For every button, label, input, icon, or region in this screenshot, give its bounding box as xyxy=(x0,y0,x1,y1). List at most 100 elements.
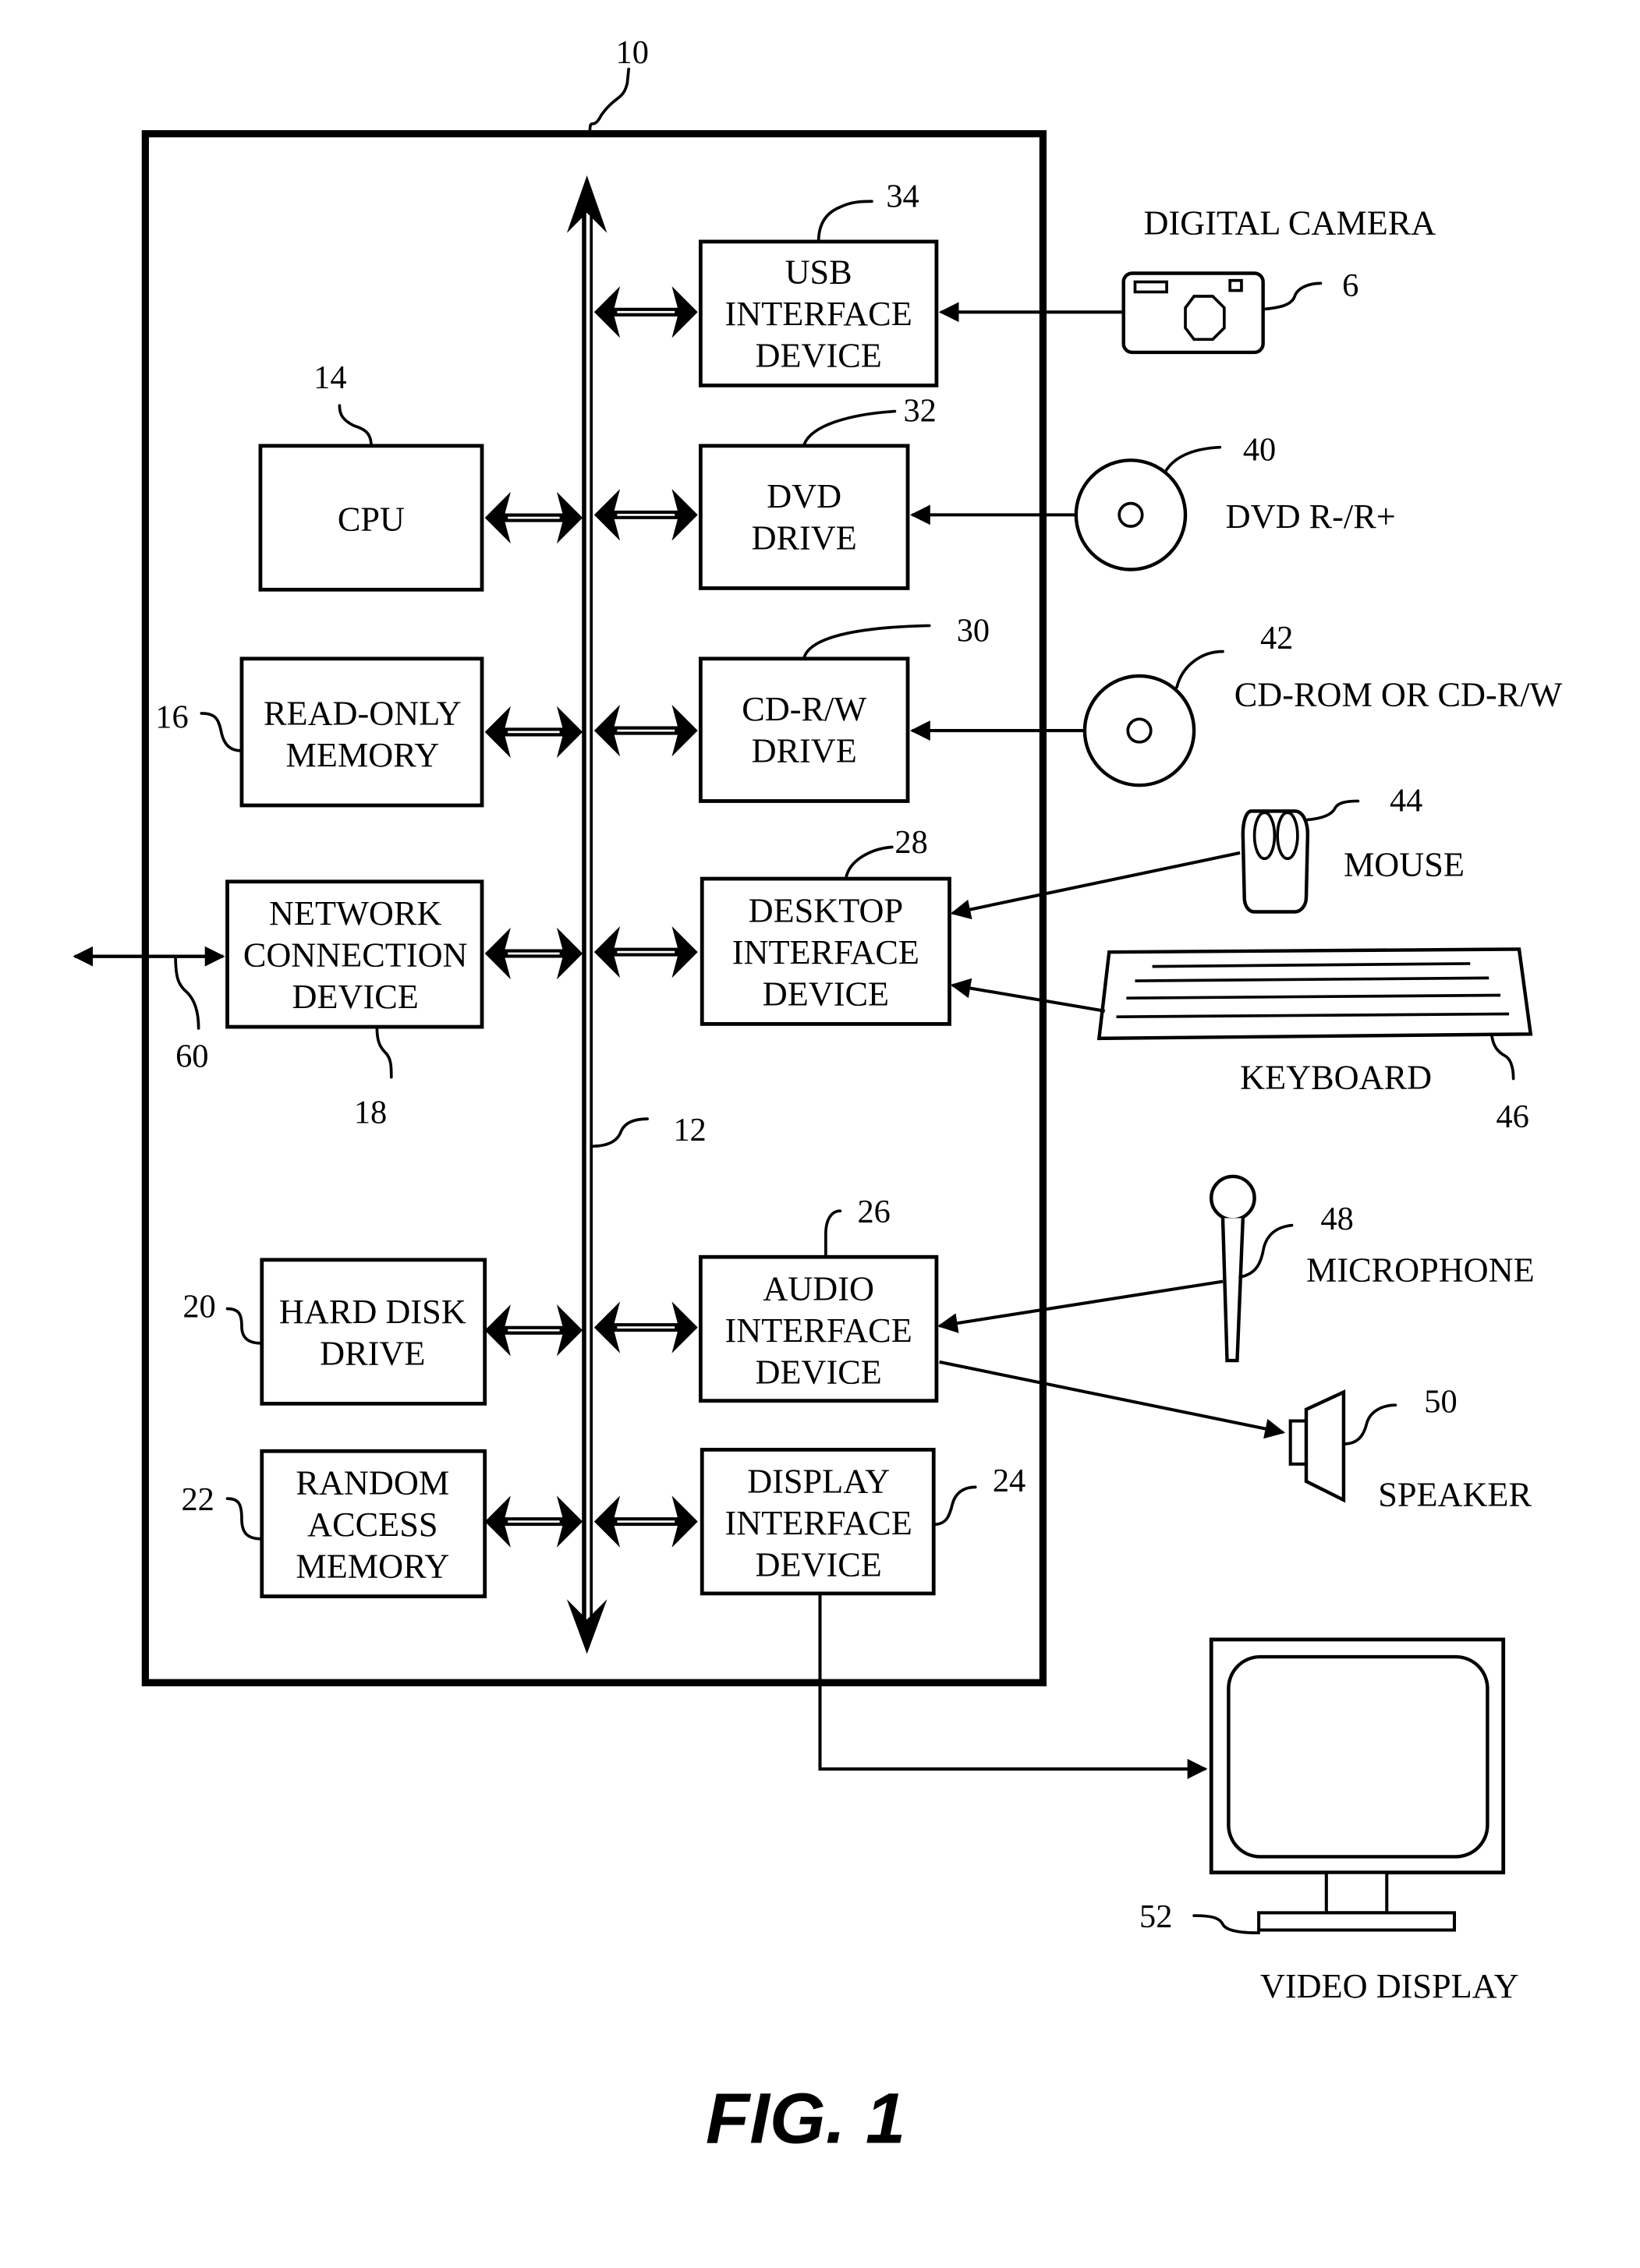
bus-arrow-up xyxy=(566,175,607,233)
mouse-label: MOUSE xyxy=(1344,845,1465,883)
cdrw-label-line2: DRIVE xyxy=(752,732,857,770)
display-label-line1: DISPLAY xyxy=(747,1463,890,1501)
speaker-label: SPEAKER xyxy=(1378,1475,1532,1513)
rom-label-line1: READ-ONLY xyxy=(264,695,462,733)
rom-label-line2: MEMORY xyxy=(286,736,440,774)
ram-block: RANDOM ACCESS MEMORY xyxy=(260,1449,487,1598)
cd-disc-icon xyxy=(1082,674,1196,787)
dvd-disc-icon xyxy=(1074,458,1188,571)
network-label-line1: NETWORK xyxy=(269,894,441,932)
ram-label-line2: ACCESS xyxy=(307,1506,437,1544)
keyboard-icon xyxy=(1096,947,1533,1041)
rom-block: READ-ONLY MEMORY xyxy=(239,656,484,808)
bus-ref-leader xyxy=(590,1117,649,1148)
display-label-line2: INTERFACE xyxy=(725,1504,912,1542)
camera-ref: 6 xyxy=(1342,267,1358,304)
dvd-disc-ref-leader xyxy=(1164,445,1222,473)
network-label-line3: DEVICE xyxy=(292,978,419,1016)
hdd-ref: 20 xyxy=(182,1289,215,1325)
rom-ref-leader xyxy=(200,712,243,752)
display-ref-leader xyxy=(932,1485,977,1527)
mouse-ref: 44 xyxy=(1390,782,1422,819)
cdrw-ref-leader xyxy=(802,624,931,659)
system-bus xyxy=(566,175,607,1654)
bus-ref: 12 xyxy=(673,1112,706,1148)
desktop-ref-leader xyxy=(844,845,894,880)
audio-label-line3: DEVICE xyxy=(756,1353,882,1392)
display-interface-block: DISPLAY INTERFACE DEVICE xyxy=(700,1448,936,1596)
system-ref: 10 xyxy=(616,34,649,71)
microphone-label: MICROPHONE xyxy=(1306,1251,1535,1290)
rom-ref: 16 xyxy=(155,699,188,735)
audio-to-speaker-link xyxy=(939,1360,1286,1439)
ram-ref-leader xyxy=(225,1497,264,1541)
usb-interface-block: USB INTERFACE DEVICE xyxy=(698,239,939,387)
usb-label-line2: INTERFACE xyxy=(725,295,912,333)
network-ref-leader xyxy=(375,1025,393,1079)
audio-ref-leader xyxy=(824,1209,842,1259)
dvd-label-line1: DVD xyxy=(767,477,841,515)
video-display-icon xyxy=(1209,1637,1506,1932)
hdd-block: HARD DISK DRIVE xyxy=(260,1258,487,1406)
bus-arrow-down xyxy=(566,1599,607,1654)
dvd-label-line2: DRIVE xyxy=(752,519,857,557)
mouse-icon xyxy=(1241,809,1310,914)
microphone-to-audio-link xyxy=(937,1279,1224,1333)
audio-ref: 26 xyxy=(857,1194,890,1230)
dvd-disc-label: DVD R-/R+ xyxy=(1226,497,1396,536)
display-ref: 24 xyxy=(993,1463,1025,1499)
mouse-to-desktop-link xyxy=(950,851,1241,920)
hdd-ref-leader xyxy=(225,1307,264,1345)
hdd-label-line2: DRIVE xyxy=(320,1335,425,1373)
cd-disc-ref: 42 xyxy=(1260,620,1293,656)
video-display-ref-leader xyxy=(1192,1914,1260,1935)
video-display-label: VIDEO DISPLAY xyxy=(1260,1967,1519,2005)
camera-label: DIGITAL CAMERA xyxy=(1144,204,1436,242)
camera-icon xyxy=(1121,271,1265,355)
desktop-label-line3: DEVICE xyxy=(763,975,889,1013)
cpu-block: CPU xyxy=(258,444,484,592)
display-label-line3: DEVICE xyxy=(756,1546,882,1584)
network-label-line2: CONNECTION xyxy=(243,936,468,975)
desktop-ref: 28 xyxy=(894,824,927,861)
system-ref-leader xyxy=(588,67,631,136)
ram-ref: 22 xyxy=(181,1481,214,1518)
cpu-ref-leader xyxy=(338,404,373,448)
network-link-ref: 60 xyxy=(175,1038,208,1075)
figure-label: FIG. 1 xyxy=(706,2079,905,2159)
microphone-icon xyxy=(1210,1174,1256,1363)
cdrw-ref: 30 xyxy=(957,613,990,649)
cd-disc-ref-leader xyxy=(1175,649,1224,689)
audio-interface-block: AUDIO INTERFACE DEVICE xyxy=(698,1254,939,1403)
microphone-ref-leader xyxy=(1238,1223,1294,1279)
network-link-ref-leader xyxy=(174,954,200,1030)
dvd-ref-leader xyxy=(802,409,897,446)
desktop-label-line2: INTERFACE xyxy=(732,933,919,971)
desktop-interface-block: DESKTOP INTERFACE DEVICE xyxy=(700,876,951,1026)
network-block: NETWORK CONNECTION DEVICE xyxy=(225,879,484,1029)
usb-label-line1: USB xyxy=(785,253,852,291)
keyboard-to-desktop-link xyxy=(950,978,1106,1013)
dvd-drive-block: DVD DRIVE xyxy=(698,444,910,590)
microphone-ref: 48 xyxy=(1320,1201,1353,1237)
network-ref: 18 xyxy=(354,1095,387,1131)
keyboard-ref-leader xyxy=(1490,1034,1515,1081)
speaker-ref: 50 xyxy=(1424,1383,1457,1420)
dvd-disc-ref: 40 xyxy=(1243,431,1276,468)
cdrw-label-line1: CD-R/W xyxy=(742,690,866,728)
cpu-ref: 14 xyxy=(313,359,346,396)
hdd-label-line1: HARD DISK xyxy=(279,1293,466,1331)
audio-label-line1: AUDIO xyxy=(763,1270,874,1308)
usb-ref-leader xyxy=(816,200,873,243)
speaker-ref-leader xyxy=(1342,1403,1397,1445)
speaker-icon xyxy=(1288,1389,1346,1503)
cdrw-drive-block: CD-R/W DRIVE xyxy=(698,656,910,803)
ram-label-line3: MEMORY xyxy=(296,1548,449,1586)
desktop-label-line1: DESKTOP xyxy=(749,891,903,929)
video-display-ref: 52 xyxy=(1139,1898,1172,1935)
block-diagram: 10 12 CPU 14 READ-ONLY MEMORY 16 NETWORK… xyxy=(73,34,1563,2159)
audio-label-line2: INTERFACE xyxy=(725,1311,912,1350)
dvd-ref: 32 xyxy=(903,392,936,429)
mouse-ref-leader xyxy=(1305,799,1360,822)
keyboard-ref: 46 xyxy=(1496,1099,1528,1135)
